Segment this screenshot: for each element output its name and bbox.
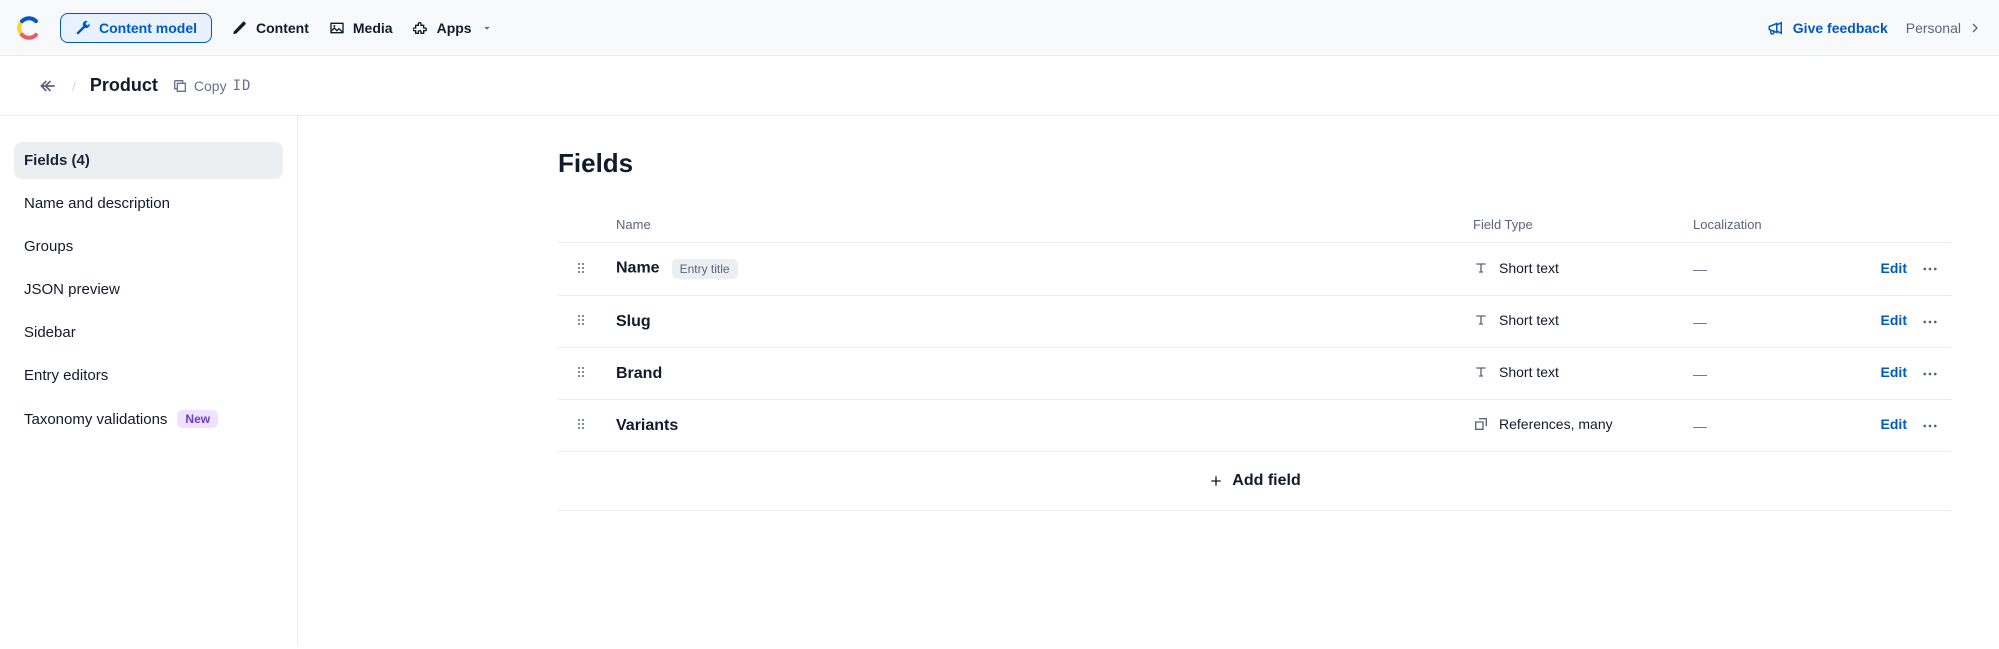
nav-apps[interactable]: Apps (413, 20, 494, 36)
copy-label: Copy (194, 78, 227, 94)
table-row: Name Entry title Short text — Edit (558, 243, 1951, 296)
wrench-icon (75, 20, 91, 36)
localization-value: — (1693, 418, 1707, 434)
page-title-crumb: Product (90, 75, 158, 96)
edit-button[interactable]: Edit (1881, 416, 1907, 432)
reference-icon (1473, 416, 1489, 432)
drag-handle[interactable] (573, 260, 589, 276)
sidebar-item-1[interactable]: Name and description (14, 185, 283, 222)
sidebar: Fields (4) Name and description Groups JSON… (0, 116, 298, 646)
logo (16, 15, 42, 41)
sidebar-item-label: Sidebar (24, 324, 76, 341)
table-row: Brand Short text — Edit (558, 348, 1951, 400)
field-name: Brand (616, 365, 662, 382)
field-type: Short text (1499, 312, 1559, 328)
sidebar-item-2[interactable]: Groups (14, 228, 283, 265)
text-icon (1473, 312, 1489, 328)
nav-media-label: Media (353, 20, 393, 36)
col-type: Field Type (1461, 207, 1681, 243)
field-name: Variants (616, 417, 678, 434)
text-icon (1473, 260, 1489, 276)
edit-button[interactable]: Edit (1881, 364, 1907, 380)
more-button[interactable] (1921, 313, 1939, 331)
sidebar-item-label: JSON preview (24, 281, 120, 298)
table-row: Slug Short text — Edit (558, 296, 1951, 348)
more-button[interactable] (1921, 417, 1939, 435)
localization-value: — (1693, 314, 1707, 330)
sidebar-item-0[interactable]: Fields (4) (14, 142, 283, 179)
megaphone-icon (1767, 19, 1785, 37)
entry-title-badge: Entry title (672, 259, 738, 279)
back-button[interactable] (38, 76, 58, 96)
plus-icon (1208, 473, 1224, 489)
arrow-left-icon (38, 76, 58, 96)
image-icon (329, 20, 345, 36)
edit-button[interactable]: Edit (1881, 260, 1907, 276)
sidebar-item-6[interactable]: Taxonomy validations New (14, 400, 283, 438)
drag-handle[interactable] (573, 416, 589, 432)
caret-down-icon (480, 21, 494, 35)
sidebar-item-5[interactable]: Entry editors (14, 357, 283, 394)
more-button[interactable] (1921, 260, 1939, 278)
field-type: Short text (1499, 364, 1559, 380)
new-badge: New (177, 410, 218, 428)
breadcrumb-bar: / Product Copy ID (0, 56, 1999, 116)
give-feedback-link[interactable]: Give feedback (1767, 19, 1888, 37)
nav-content-model-label: Content model (99, 20, 197, 36)
localization-value: — (1693, 261, 1707, 277)
copy-id-button[interactable]: Copy ID (172, 78, 252, 94)
copy-icon (172, 78, 188, 94)
localization-value: — (1693, 366, 1707, 382)
puzzle-icon (413, 20, 429, 36)
id-label: ID (233, 78, 252, 94)
content-area: Fields Name Field Type Localization Name… (298, 116, 1999, 646)
table-row: Variants References, many — Edit (558, 400, 1951, 452)
sidebar-item-3[interactable]: JSON preview (14, 271, 283, 308)
breadcrumb-separator: / (72, 78, 76, 94)
space-switcher[interactable]: Personal (1906, 20, 1983, 36)
sidebar-item-label: Fields (4) (24, 152, 90, 169)
fields-table: Name Field Type Localization Name Entry t… (558, 207, 1951, 511)
col-name: Name (604, 207, 1461, 243)
pen-icon (232, 20, 248, 36)
more-button[interactable] (1921, 365, 1939, 383)
space-name: Personal (1906, 20, 1961, 36)
field-type: References, many (1499, 416, 1613, 432)
add-field-label: Add field (1232, 472, 1300, 490)
sidebar-item-label: Name and description (24, 195, 170, 212)
sidebar-item-4[interactable]: Sidebar (14, 314, 283, 351)
drag-handle[interactable] (573, 364, 589, 380)
section-title: Fields (558, 148, 1951, 179)
nav-content[interactable]: Content (232, 20, 309, 36)
give-feedback-label: Give feedback (1793, 20, 1888, 36)
sidebar-item-label: Taxonomy validations (24, 411, 167, 428)
sidebar-item-label: Groups (24, 238, 73, 255)
sidebar-item-label: Entry editors (24, 367, 108, 384)
field-name: Name (616, 260, 660, 277)
drag-handle[interactable] (573, 312, 589, 328)
top-nav: Content model Content Media Apps Give fe… (0, 0, 1999, 56)
nav-content-label: Content (256, 20, 309, 36)
add-field-button[interactable]: Add field (570, 468, 1939, 494)
col-loc: Localization (1681, 207, 1841, 243)
field-type: Short text (1499, 260, 1559, 276)
nav-media[interactable]: Media (329, 20, 393, 36)
edit-button[interactable]: Edit (1881, 312, 1907, 328)
text-icon (1473, 364, 1489, 380)
nav-apps-label: Apps (437, 20, 472, 36)
nav-content-model[interactable]: Content model (60, 13, 212, 43)
field-name: Slug (616, 313, 651, 330)
chevron-right-icon (1967, 20, 1983, 36)
